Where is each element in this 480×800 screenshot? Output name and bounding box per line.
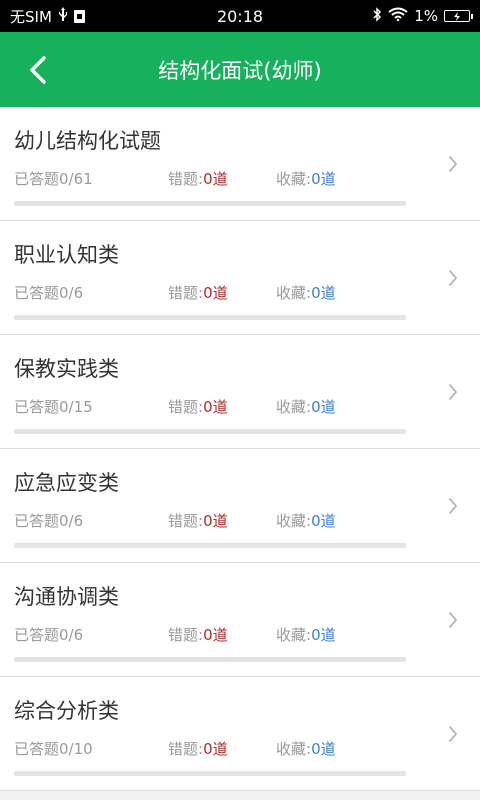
- chevron-right-icon: [446, 721, 460, 747]
- wrong-count: 错题:0道: [168, 284, 228, 302]
- progress-bar: [14, 315, 406, 320]
- answered-count: 已答题0/61: [14, 170, 93, 188]
- progress-bar: [14, 201, 406, 206]
- category-item[interactable]: 幼儿结构化试题 已答题0/61 错题:0道 收藏:0道: [0, 107, 480, 221]
- answered-count: 已答题0/6: [14, 626, 84, 644]
- chevron-left-icon: [30, 55, 46, 84]
- page-title: 结构化面试(幼师): [158, 58, 322, 83]
- progress-bar: [14, 543, 406, 548]
- favorite-count: 收藏:0道: [276, 626, 336, 644]
- status-left: 无SIM: [10, 6, 85, 27]
- category-title: 职业认知类: [14, 243, 119, 267]
- category-item[interactable]: 应急应变类 已答题0/6 错题:0道 收藏:0道: [0, 449, 480, 563]
- carrier-label: 无SIM: [10, 7, 52, 26]
- wrong-count: 错题:0道: [168, 740, 228, 758]
- progress-bar: [14, 771, 406, 776]
- answered-count: 已答题0/6: [14, 512, 84, 530]
- chevron-right-icon: [446, 493, 460, 519]
- answered-count: 已答题0/10: [14, 740, 93, 758]
- wifi-icon: [388, 7, 408, 25]
- sim-card-icon: [73, 9, 85, 23]
- category-item[interactable]: 职业认知类 已答题0/6 错题:0道 收藏:0道: [0, 221, 480, 335]
- app-header: 结构化面试(幼师): [0, 32, 480, 107]
- progress-bar: [14, 657, 406, 662]
- answered-count: 已答题0/15: [14, 398, 93, 416]
- answered-count: 已答题0/6: [14, 284, 84, 302]
- favorite-count: 收藏:0道: [276, 170, 336, 188]
- wrong-count: 错题:0道: [168, 398, 228, 416]
- status-bar: 无SIM 20:18 1%: [0, 0, 480, 32]
- wrong-count: 错题:0道: [168, 626, 228, 644]
- category-item[interactable]: 沟通协调类 已答题0/6 错题:0道 收藏:0道: [0, 563, 480, 677]
- category-title: 综合分析类: [14, 699, 119, 723]
- favorite-count: 收藏:0道: [276, 512, 336, 530]
- chevron-right-icon: [446, 151, 460, 177]
- wrong-count: 错题:0道: [168, 512, 228, 530]
- favorite-count: 收藏:0道: [276, 398, 336, 416]
- bluetooth-icon: [372, 6, 382, 26]
- category-list: 幼儿结构化试题 已答题0/61 错题:0道 收藏:0道 职业认知类 已答题0/6…: [0, 107, 480, 791]
- chevron-right-icon: [446, 607, 460, 633]
- favorite-count: 收藏:0道: [276, 740, 336, 758]
- usb-icon: [58, 7, 68, 25]
- wrong-count: 错题:0道: [168, 170, 228, 188]
- category-title: 保教实践类: [14, 357, 119, 381]
- favorite-count: 收藏:0道: [276, 284, 336, 302]
- category-title: 应急应变类: [14, 471, 119, 495]
- back-button[interactable]: [16, 32, 60, 107]
- chevron-right-icon: [446, 379, 460, 405]
- category-title: 沟通协调类: [14, 585, 119, 609]
- category-item[interactable]: 保教实践类 已答题0/15 错题:0道 收藏:0道: [0, 335, 480, 449]
- battery-percent: 1%: [414, 7, 438, 25]
- status-right: 1%: [372, 6, 473, 26]
- battery-icon: [444, 10, 473, 22]
- category-title: 幼儿结构化试题: [14, 129, 161, 153]
- progress-bar: [14, 429, 406, 434]
- chevron-right-icon: [446, 265, 460, 291]
- category-item[interactable]: 综合分析类 已答题0/10 错题:0道 收藏:0道: [0, 677, 480, 791]
